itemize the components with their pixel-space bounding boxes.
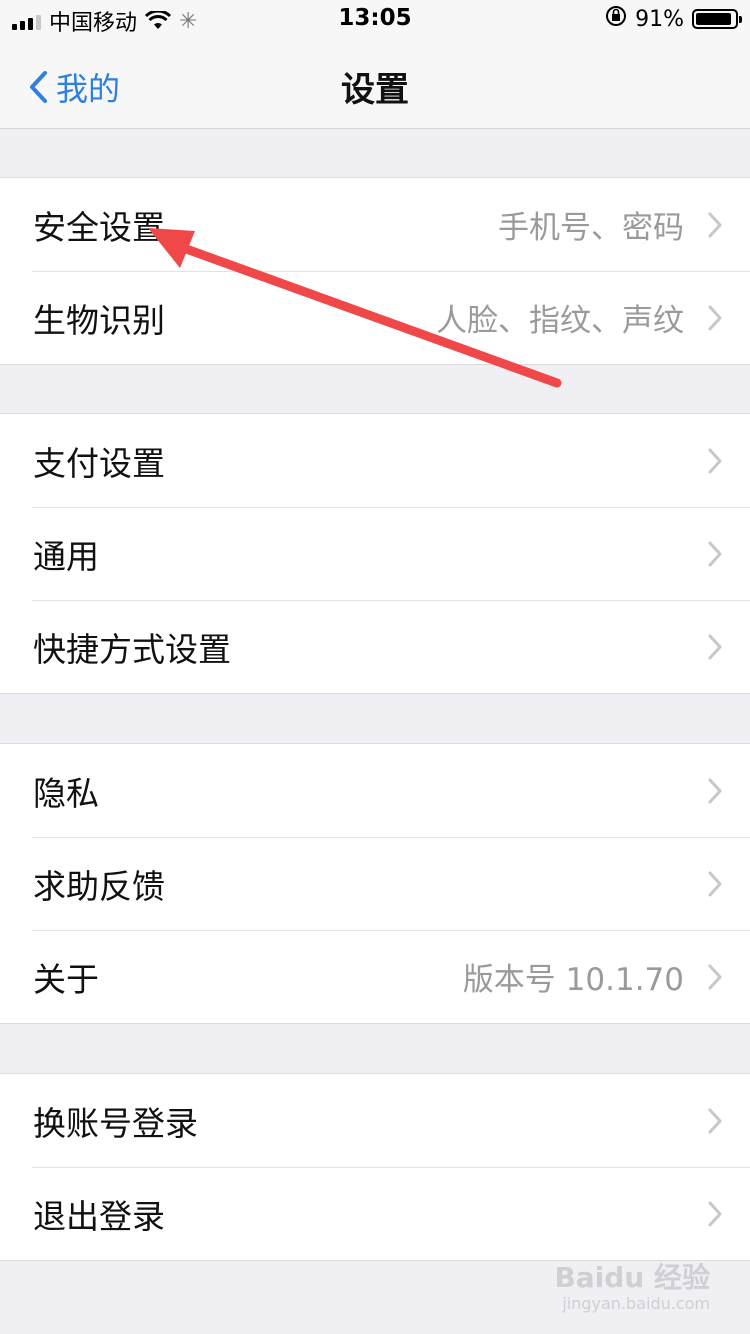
row-logout[interactable]: 退出登录 [0, 1167, 750, 1260]
rotation-lock-icon [605, 5, 627, 33]
chevron-right-icon [708, 964, 722, 990]
row-label: 隐私 [33, 773, 99, 813]
chevron-right-icon [708, 212, 722, 238]
row-help-feedback[interactable]: 求助反馈 [0, 837, 750, 930]
row-label: 关于 [33, 959, 99, 999]
chevron-right-icon [708, 305, 722, 331]
row-label: 退出登录 [33, 1196, 165, 1236]
settings-group-account: 换账号登录 退出登录 [0, 1073, 750, 1261]
row-label: 安全设置 [33, 207, 165, 247]
row-detail: 版本号 10.1.70 [462, 962, 684, 998]
row-label: 通用 [33, 536, 99, 576]
row-shortcut-settings[interactable]: 快捷方式设置 [0, 600, 750, 693]
battery-icon [692, 9, 742, 29]
settings-group-privacy-help: 隐私 求助反馈 关于 版本号 10.1.70 [0, 743, 750, 1024]
row-switch-account[interactable]: 换账号登录 [0, 1074, 750, 1167]
row-label: 换账号登录 [33, 1103, 198, 1143]
status-bar: 中国移动 ✳ 13:05 91% [0, 0, 750, 40]
chevron-right-icon [708, 1201, 722, 1227]
status-right: 91% [605, 5, 742, 33]
row-label: 生物识别 [33, 300, 165, 340]
chevron-right-icon [708, 778, 722, 804]
chevron-right-icon [708, 871, 722, 897]
row-detail: 手机号、密码 [498, 210, 684, 246]
battery-percent: 91% [635, 6, 684, 32]
row-about[interactable]: 关于 版本号 10.1.70 [0, 930, 750, 1023]
settings-group-payment-general: 支付设置 通用 快捷方式设置 [0, 413, 750, 694]
row-biometrics[interactable]: 生物识别 人脸、指纹、声纹 [0, 271, 750, 364]
row-label: 求助反馈 [33, 866, 165, 906]
chevron-right-icon [708, 1108, 722, 1134]
row-label: 快捷方式设置 [33, 629, 231, 669]
row-general[interactable]: 通用 [0, 507, 750, 600]
baidu-watermark: Baidu 经验 jingyan.baidu.com [554, 1264, 710, 1312]
chevron-right-icon [708, 541, 722, 567]
watermark-brand: Baidu 经验 [554, 1261, 710, 1294]
page-title: 设置 [341, 70, 409, 110]
row-privacy[interactable]: 隐私 [0, 744, 750, 837]
settings-group-account-security: 安全设置 手机号、密码 生物识别 人脸、指纹、声纹 [0, 177, 750, 365]
chevron-right-icon [708, 448, 722, 474]
watermark-url: jingyan.baidu.com [562, 1294, 710, 1313]
row-detail: 人脸、指纹、声纹 [436, 303, 684, 339]
navigation-bar: 我的 设置 [0, 40, 750, 129]
row-payment-settings[interactable]: 支付设置 [0, 414, 750, 507]
row-security-settings[interactable]: 安全设置 手机号、密码 [0, 178, 750, 271]
chevron-right-icon [708, 634, 722, 660]
row-label: 支付设置 [33, 443, 165, 483]
